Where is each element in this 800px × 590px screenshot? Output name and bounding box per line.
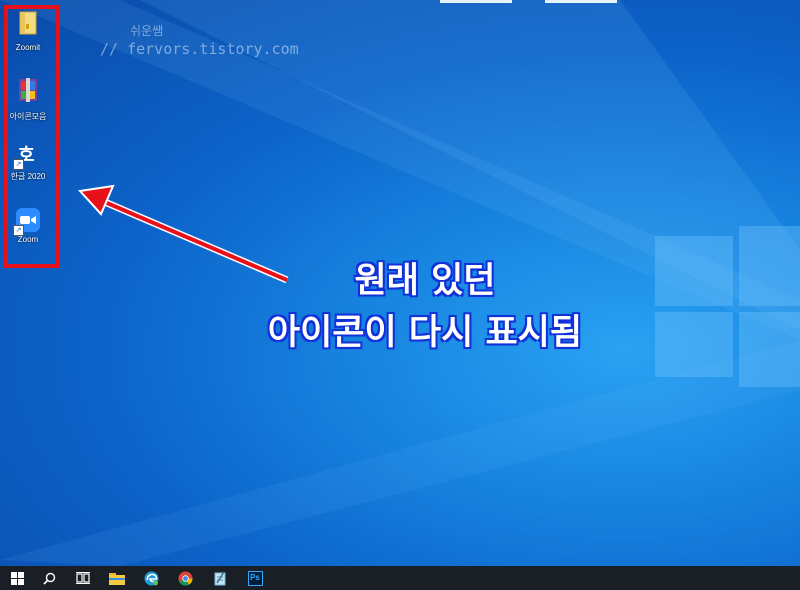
- taskbar-chrome[interactable]: [170, 566, 200, 590]
- search-button[interactable]: [34, 566, 64, 590]
- file-explorer-icon: [109, 572, 125, 585]
- start-button[interactable]: [2, 566, 32, 590]
- search-icon: [42, 572, 55, 585]
- task-view-icon: [76, 572, 90, 584]
- chrome-icon: [178, 571, 193, 586]
- taskbar-file-explorer[interactable]: [102, 566, 132, 590]
- desktop: 쉬운쌤 // fervors.tistory.com Zoomit 아이콘모음 …: [0, 0, 800, 566]
- edge-icon: [144, 571, 158, 585]
- callout-line-2: 아이콘이 다시 표시됨: [267, 312, 583, 354]
- taskbar-edge[interactable]: [136, 566, 166, 590]
- callout-text: 원래 있던 아이콘이 다시 표시됨: [190, 255, 660, 359]
- notepad-icon: [214, 571, 226, 585]
- photoshop-icon: Ps: [247, 570, 263, 586]
- taskbar-photoshop[interactable]: Ps: [240, 566, 270, 590]
- callout-line-1: 원래 있던: [354, 260, 497, 302]
- task-view-button[interactable]: [68, 566, 98, 590]
- taskbar-notepad[interactable]: [205, 566, 235, 590]
- taskbar: Ps: [0, 566, 800, 590]
- photoshop-label: Ps: [250, 573, 260, 582]
- start-icon: [10, 571, 24, 585]
